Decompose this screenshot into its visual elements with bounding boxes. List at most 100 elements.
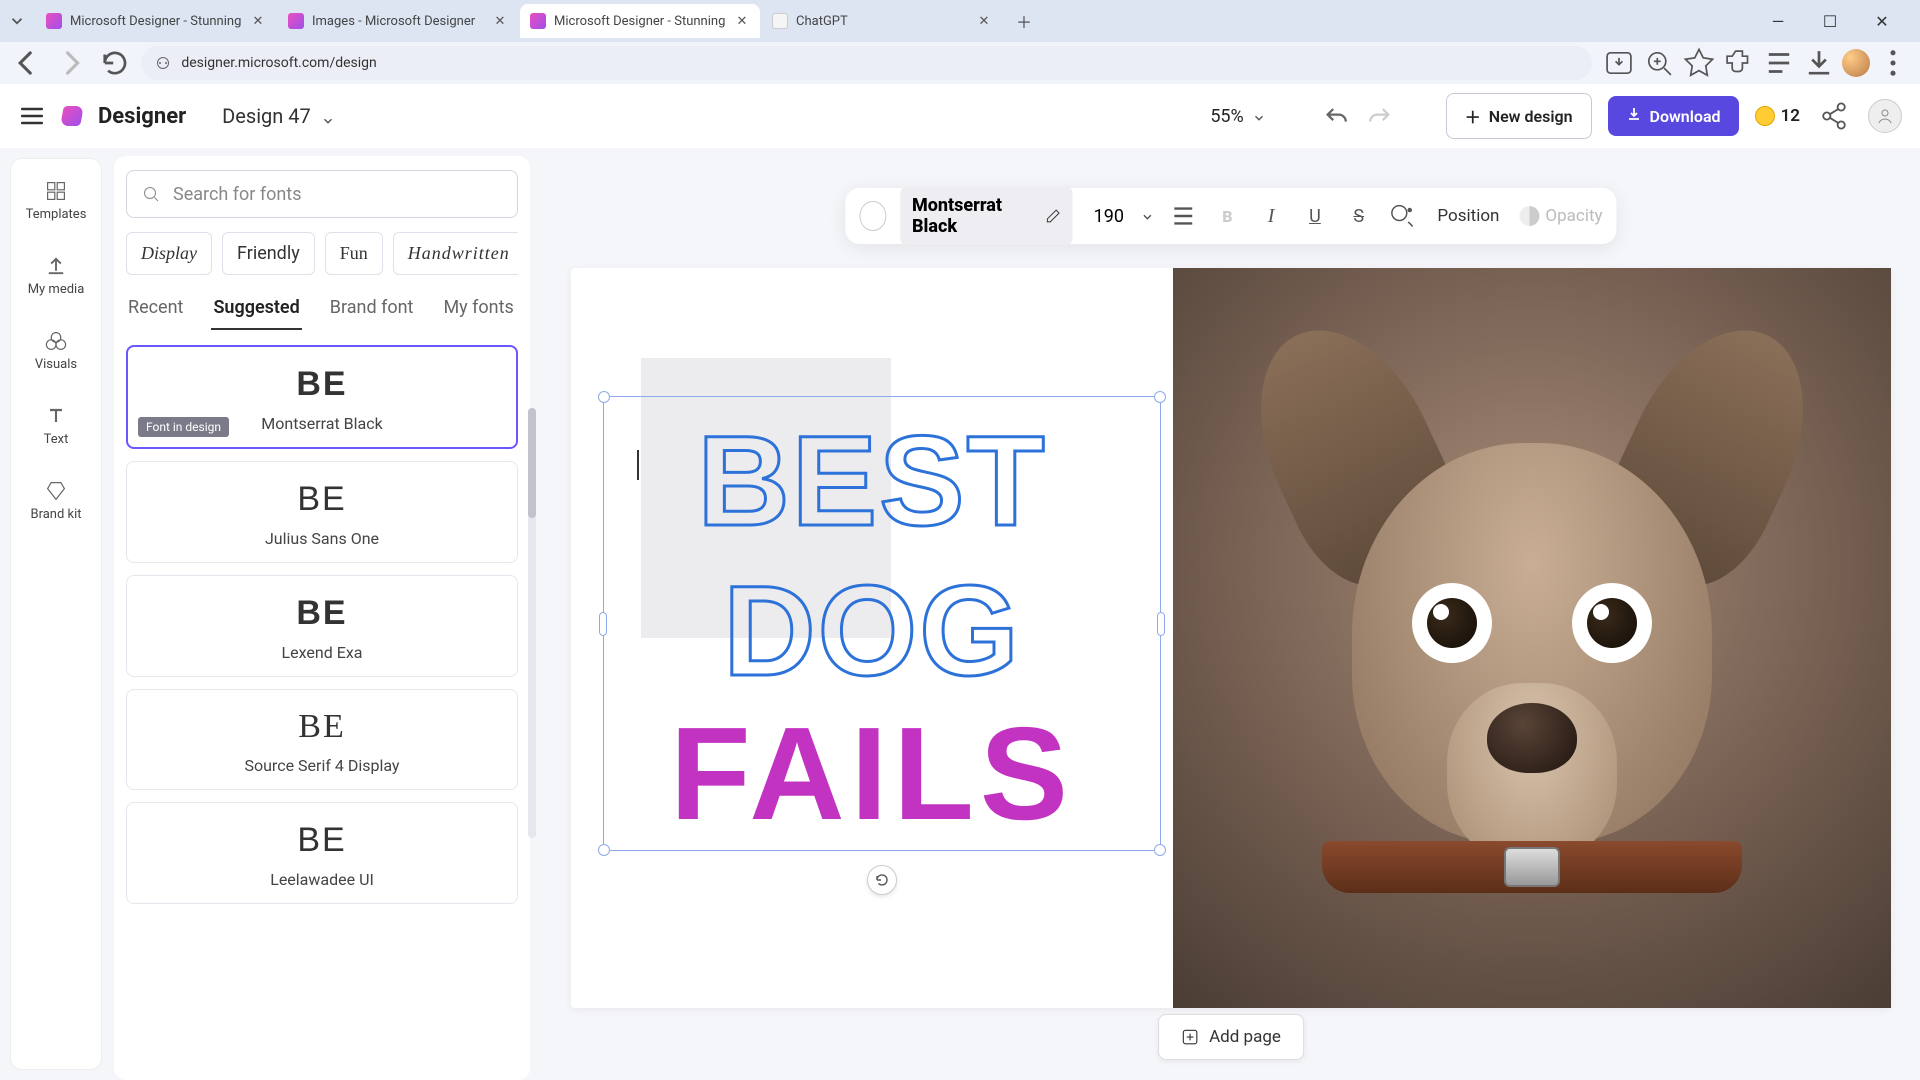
font-card[interactable]: BE Montserrat Black Font in design [126,345,518,449]
align-button[interactable] [1169,199,1199,233]
forward-icon[interactable] [54,46,88,80]
site-info-icon [155,55,171,71]
rail-my-media[interactable]: My media [17,248,95,303]
scrollbar-thumb[interactable] [528,408,536,518]
bold-button[interactable]: B [1212,199,1242,233]
redo-button[interactable] [1366,102,1394,130]
chip-fun[interactable]: Fun [325,232,383,275]
text-selection-box[interactable] [603,396,1161,851]
tab-dropdown-icon[interactable] [8,12,26,30]
design-name-dropdown[interactable]: Design 47 [212,98,345,134]
browser-tab[interactable]: Images - Microsoft Designer ✕ [278,4,518,38]
reading-list-icon[interactable] [1762,46,1796,80]
zoom-icon[interactable] [1642,46,1676,80]
canvas-left-area[interactable]: BEST DOG FAILS [571,268,1173,1008]
install-app-icon[interactable] [1602,46,1636,80]
designer-favicon-icon [530,13,546,29]
italic-button[interactable]: I [1256,199,1286,233]
zoom-value: 55% [1210,106,1243,127]
user-avatar-icon[interactable] [1868,99,1902,133]
resize-handle-bl[interactable] [598,844,610,856]
menu-icon[interactable] [18,102,46,130]
url-input[interactable]: designer.microsoft.com/design [141,46,1592,80]
close-icon[interactable]: ✕ [976,13,992,29]
chip-friendly[interactable]: Friendly [222,232,315,275]
font-family-selector[interactable]: Montserrat Black [900,187,1073,245]
share-icon[interactable] [1816,98,1852,134]
font-name: Julius Sans One [265,529,379,548]
minimize-icon[interactable]: ― [1756,5,1800,37]
font-size-value[interactable]: 190 [1087,199,1131,234]
browser-tab[interactable]: ChatGPT ✕ [762,4,1002,38]
resize-handle-tl[interactable] [598,391,610,403]
rotate-handle[interactable] [867,865,897,895]
browser-tab-active[interactable]: Microsoft Designer - Stunning ✕ [520,4,760,38]
font-size-selector[interactable]: 190 [1087,199,1155,234]
back-icon[interactable] [10,46,44,80]
font-card[interactable]: BE Lexend Exa [126,575,518,677]
rail-label: Text [44,432,69,447]
plus-icon: ＋ [1465,104,1481,128]
font-sample: BE [296,594,347,633]
designer-logo-icon [60,106,84,126]
maximize-icon[interactable]: ☐ [1808,5,1852,37]
tab-suggested[interactable]: Suggested [211,293,301,330]
reload-icon[interactable] [98,46,132,80]
design-canvas[interactable]: BEST DOG FAILS [571,268,1891,1008]
browser-chrome: Microsoft Designer - Stunning ✕ Images -… [0,0,1920,84]
close-icon[interactable]: ✕ [250,13,266,29]
add-page-button[interactable]: Add page [1158,1014,1304,1060]
browser-tab[interactable]: Microsoft Designer - Stunning ✕ [36,4,276,38]
canvas-image[interactable] [1173,268,1891,1008]
resize-handle-mr[interactable] [1157,612,1165,636]
downloads-icon[interactable] [1802,46,1836,80]
rail-visuals[interactable]: Visuals [17,323,95,378]
download-button[interactable]: Download [1608,96,1739,136]
credits-counter[interactable]: 12 [1755,106,1800,126]
rail-text[interactable]: Text [17,398,95,453]
text-color-button[interactable] [859,201,886,231]
font-tabs: Recent Suggested Brand font My fonts [126,293,518,331]
browser-menu-icon[interactable] [1876,46,1910,80]
tab-recent[interactable]: Recent [126,293,185,330]
bookmark-icon[interactable] [1682,46,1716,80]
extensions-icon[interactable] [1722,46,1756,80]
add-page-label: Add page [1209,1027,1281,1047]
text-icon [44,404,68,428]
rail-brand-kit[interactable]: Brand kit [17,473,95,528]
underline-button[interactable]: U [1300,199,1330,233]
font-family-value: Montserrat Black [912,195,1033,237]
chip-handwritten[interactable]: Handwritten [393,232,518,275]
profile-avatar-icon[interactable] [1842,49,1870,77]
chip-display[interactable]: Display [126,232,212,275]
effects-button[interactable] [1388,199,1418,233]
zoom-control[interactable]: 55% [1210,106,1265,127]
font-name: Source Serif 4 Display [244,756,399,775]
font-card[interactable]: BE Julius Sans One [126,461,518,563]
tab-my-fonts[interactable]: My fonts [441,293,515,330]
resize-handle-tr[interactable] [1154,391,1166,403]
credits-value: 12 [1781,106,1800,126]
font-search-input[interactable]: Search for fonts [126,170,518,218]
rail-templates[interactable]: Templates [17,173,95,228]
scrollbar[interactable] [528,408,536,838]
font-card[interactable]: BE Leelawadee UI [126,802,518,904]
designer-app: Designer Design 47 55% ＋ New design Down… [0,84,1920,1080]
undo-button[interactable] [1322,102,1350,130]
search-icon [141,184,161,204]
opacity-button[interactable]: Opacity [1519,206,1602,226]
resize-handle-ml[interactable] [599,612,607,636]
font-panel: Search for fonts Display Friendly Fun Ha… [102,148,542,1080]
close-window-icon[interactable]: ✕ [1860,5,1904,37]
new-design-button[interactable]: ＋ New design [1446,93,1592,139]
font-sample: BE [297,480,346,519]
position-button[interactable]: Position [1431,199,1505,233]
font-sample: BE [298,708,345,746]
resize-handle-br[interactable] [1154,844,1166,856]
font-card[interactable]: BE Source Serif 4 Display [126,689,518,790]
strikethrough-button[interactable]: S [1344,199,1374,233]
close-icon[interactable]: ✕ [734,13,750,29]
new-tab-button[interactable]: ＋ [1008,5,1040,37]
tab-brand-font[interactable]: Brand font [328,293,416,330]
close-icon[interactable]: ✕ [492,13,508,29]
